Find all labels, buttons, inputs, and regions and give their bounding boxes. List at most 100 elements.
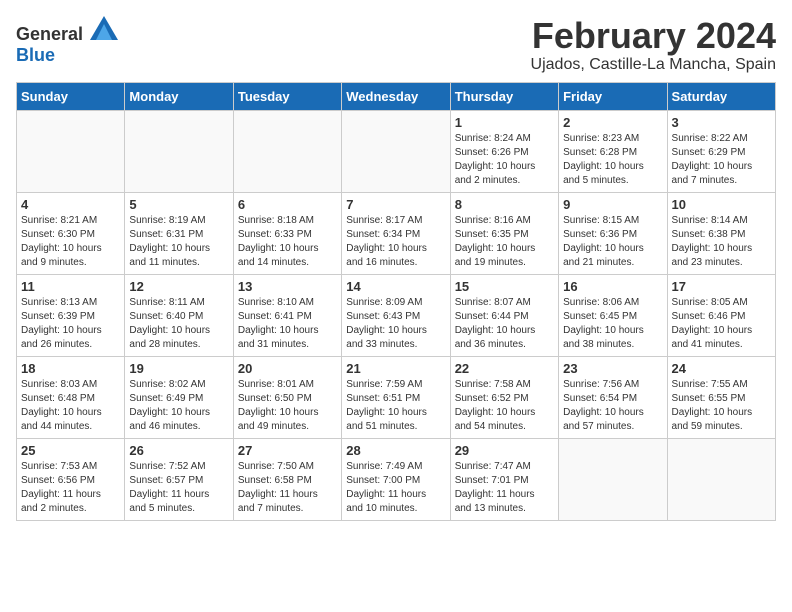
calendar-cell: 18 Sunrise: 8:03 AM Sunset: 6:48 PM Dayli…	[17, 356, 125, 438]
weekday-header-row: SundayMondayTuesdayWednesdayThursdayFrid…	[17, 82, 776, 110]
day-info: Sunrise: 8:22 AM Sunset: 6:29 PM Dayligh…	[672, 132, 771, 188]
calendar-week-1: 4Sunrise: 8:21 AM Sunset: 6:30 PM Daylig…	[17, 192, 776, 274]
calendar-cell: 10 Sunrise: 8:14 AM Sunset: 6:38 PM Dayli…	[667, 192, 775, 274]
calendar-cell: 14 Sunrise: 8:09 AM Sunset: 6:43 PM Dayli…	[342, 274, 450, 356]
calendar-cell: 7 Sunrise: 8:17 AM Sunset: 6:34 PM Daylig…	[342, 192, 450, 274]
calendar-cell	[559, 438, 667, 520]
day-info: Sunrise: 8:09 AM Sunset: 6:43 PM Dayligh…	[346, 296, 445, 352]
day-number: 18	[21, 361, 120, 376]
calendar-cell: 5 Sunrise: 8:19 AM Sunset: 6:31 PM Daylig…	[125, 192, 233, 274]
day-number: 8	[455, 197, 554, 212]
day-number: 25	[21, 443, 120, 458]
day-info: Sunrise: 7:59 AM Sunset: 6:51 PM Dayligh…	[346, 378, 445, 434]
day-info: Sunrise: 7:49 AM Sunset: 7:00 PM Dayligh…	[346, 460, 445, 516]
calendar-cell: 21 Sunrise: 7:59 AM Sunset: 6:51 PM Dayli…	[342, 356, 450, 438]
day-number: 15	[455, 279, 554, 294]
day-number: 4	[21, 197, 120, 212]
day-info: Sunrise: 8:03 AM Sunset: 6:48 PM Dayligh…	[21, 378, 120, 434]
day-number: 13	[238, 279, 337, 294]
day-info: Sunrise: 8:16 AM Sunset: 6:35 PM Dayligh…	[455, 214, 554, 270]
weekday-header-saturday: Saturday	[667, 82, 775, 110]
calendar-week-4: 25 Sunrise: 7:53 AM Sunset: 6:56 PM Dayli…	[17, 438, 776, 520]
calendar-cell: 15 Sunrise: 8:07 AM Sunset: 6:44 PM Dayli…	[450, 274, 558, 356]
calendar-cell: 29Sunrise: 7:47 AM Sunset: 7:01 PM Dayli…	[450, 438, 558, 520]
day-number: 28	[346, 443, 445, 458]
day-info: Sunrise: 7:55 AM Sunset: 6:55 PM Dayligh…	[672, 378, 771, 434]
weekday-header-tuesday: Tuesday	[233, 82, 341, 110]
day-info: Sunrise: 8:18 AM Sunset: 6:33 PM Dayligh…	[238, 214, 337, 270]
day-info: Sunrise: 8:07 AM Sunset: 6:44 PM Dayligh…	[455, 296, 554, 352]
calendar-cell: 19Sunrise: 8:02 AM Sunset: 6:49 PM Dayli…	[125, 356, 233, 438]
day-number: 20	[238, 361, 337, 376]
day-number: 21	[346, 361, 445, 376]
calendar-cell: 24Sunrise: 7:55 AM Sunset: 6:55 PM Dayli…	[667, 356, 775, 438]
calendar-cell: 26 Sunrise: 7:52 AM Sunset: 6:57 PM Dayli…	[125, 438, 233, 520]
calendar-cell	[342, 110, 450, 192]
calendar-cell: 2 Sunrise: 8:23 AM Sunset: 6:28 PM Daylig…	[559, 110, 667, 192]
day-info: Sunrise: 8:15 AM Sunset: 6:36 PM Dayligh…	[563, 214, 662, 270]
day-info: Sunrise: 8:23 AM Sunset: 6:28 PM Dayligh…	[563, 132, 662, 188]
logo-text: General Blue	[16, 16, 118, 66]
calendar-cell: 4Sunrise: 8:21 AM Sunset: 6:30 PM Daylig…	[17, 192, 125, 274]
calendar-cell: 28 Sunrise: 7:49 AM Sunset: 7:00 PM Dayli…	[342, 438, 450, 520]
calendar-cell: 3Sunrise: 8:22 AM Sunset: 6:29 PM Daylig…	[667, 110, 775, 192]
calendar-cell: 17 Sunrise: 8:05 AM Sunset: 6:46 PM Dayli…	[667, 274, 775, 356]
calendar-cell: 27Sunrise: 7:50 AM Sunset: 6:58 PM Dayli…	[233, 438, 341, 520]
day-number: 23	[563, 361, 662, 376]
day-info: Sunrise: 8:01 AM Sunset: 6:50 PM Dayligh…	[238, 378, 337, 434]
day-number: 2	[563, 115, 662, 130]
calendar-cell: 25 Sunrise: 7:53 AM Sunset: 6:56 PM Dayli…	[17, 438, 125, 520]
day-info: Sunrise: 7:56 AM Sunset: 6:54 PM Dayligh…	[563, 378, 662, 434]
day-number: 27	[238, 443, 337, 458]
day-number: 7	[346, 197, 445, 212]
calendar-cell	[17, 110, 125, 192]
weekday-header-monday: Monday	[125, 82, 233, 110]
calendar-cell	[125, 110, 233, 192]
calendar-cell: 16Sunrise: 8:06 AM Sunset: 6:45 PM Dayli…	[559, 274, 667, 356]
calendar-week-2: 11 Sunrise: 8:13 AM Sunset: 6:39 PM Dayli…	[17, 274, 776, 356]
day-info: Sunrise: 8:10 AM Sunset: 6:41 PM Dayligh…	[238, 296, 337, 352]
day-number: 17	[672, 279, 771, 294]
logo: General Blue	[16, 16, 118, 66]
calendar-week-0: 1Sunrise: 8:24 AM Sunset: 6:26 PM Daylig…	[17, 110, 776, 192]
day-info: Sunrise: 8:02 AM Sunset: 6:49 PM Dayligh…	[129, 378, 228, 434]
day-number: 16	[563, 279, 662, 294]
calendar-cell: 20 Sunrise: 8:01 AM Sunset: 6:50 PM Dayli…	[233, 356, 341, 438]
logo-general: General	[16, 24, 83, 44]
calendar-cell: 9Sunrise: 8:15 AM Sunset: 6:36 PM Daylig…	[559, 192, 667, 274]
calendar-cell: 8 Sunrise: 8:16 AM Sunset: 6:35 PM Daylig…	[450, 192, 558, 274]
day-info: Sunrise: 8:17 AM Sunset: 6:34 PM Dayligh…	[346, 214, 445, 270]
day-info: Sunrise: 8:24 AM Sunset: 6:26 PM Dayligh…	[455, 132, 554, 188]
calendar-cell: 6Sunrise: 8:18 AM Sunset: 6:33 PM Daylig…	[233, 192, 341, 274]
weekday-header-wednesday: Wednesday	[342, 82, 450, 110]
weekday-header-friday: Friday	[559, 82, 667, 110]
day-number: 10	[672, 197, 771, 212]
day-number: 26	[129, 443, 228, 458]
day-info: Sunrise: 8:19 AM Sunset: 6:31 PM Dayligh…	[129, 214, 228, 270]
day-info: Sunrise: 7:47 AM Sunset: 7:01 PM Dayligh…	[455, 460, 554, 516]
day-number: 11	[21, 279, 120, 294]
day-number: 14	[346, 279, 445, 294]
calendar-cell: 12Sunrise: 8:11 AM Sunset: 6:40 PM Dayli…	[125, 274, 233, 356]
logo-icon	[90, 16, 118, 40]
calendar-cell	[667, 438, 775, 520]
month-title: February 2024	[531, 16, 776, 56]
day-number: 12	[129, 279, 228, 294]
day-info: Sunrise: 8:14 AM Sunset: 6:38 PM Dayligh…	[672, 214, 771, 270]
calendar-cell: 11 Sunrise: 8:13 AM Sunset: 6:39 PM Dayli…	[17, 274, 125, 356]
title-section: February 2024 Ujados, Castille-La Mancha…	[531, 16, 776, 74]
day-info: Sunrise: 7:52 AM Sunset: 6:57 PM Dayligh…	[129, 460, 228, 516]
day-info: Sunrise: 7:53 AM Sunset: 6:56 PM Dayligh…	[21, 460, 120, 516]
calendar-cell: 1Sunrise: 8:24 AM Sunset: 6:26 PM Daylig…	[450, 110, 558, 192]
calendar-cell	[233, 110, 341, 192]
location-title: Ujados, Castille-La Mancha, Spain	[531, 56, 776, 74]
calendar-cell: 22Sunrise: 7:58 AM Sunset: 6:52 PM Dayli…	[450, 356, 558, 438]
day-info: Sunrise: 8:13 AM Sunset: 6:39 PM Dayligh…	[21, 296, 120, 352]
calendar-cell: 23 Sunrise: 7:56 AM Sunset: 6:54 PM Dayli…	[559, 356, 667, 438]
calendar-cell: 13 Sunrise: 8:10 AM Sunset: 6:41 PM Dayli…	[233, 274, 341, 356]
day-number: 5	[129, 197, 228, 212]
day-info: Sunrise: 8:05 AM Sunset: 6:46 PM Dayligh…	[672, 296, 771, 352]
calendar-week-3: 18 Sunrise: 8:03 AM Sunset: 6:48 PM Dayli…	[17, 356, 776, 438]
page-header: General Blue February 2024 Ujados, Casti…	[16, 16, 776, 74]
calendar-table: SundayMondayTuesdayWednesdayThursdayFrid…	[16, 82, 776, 521]
